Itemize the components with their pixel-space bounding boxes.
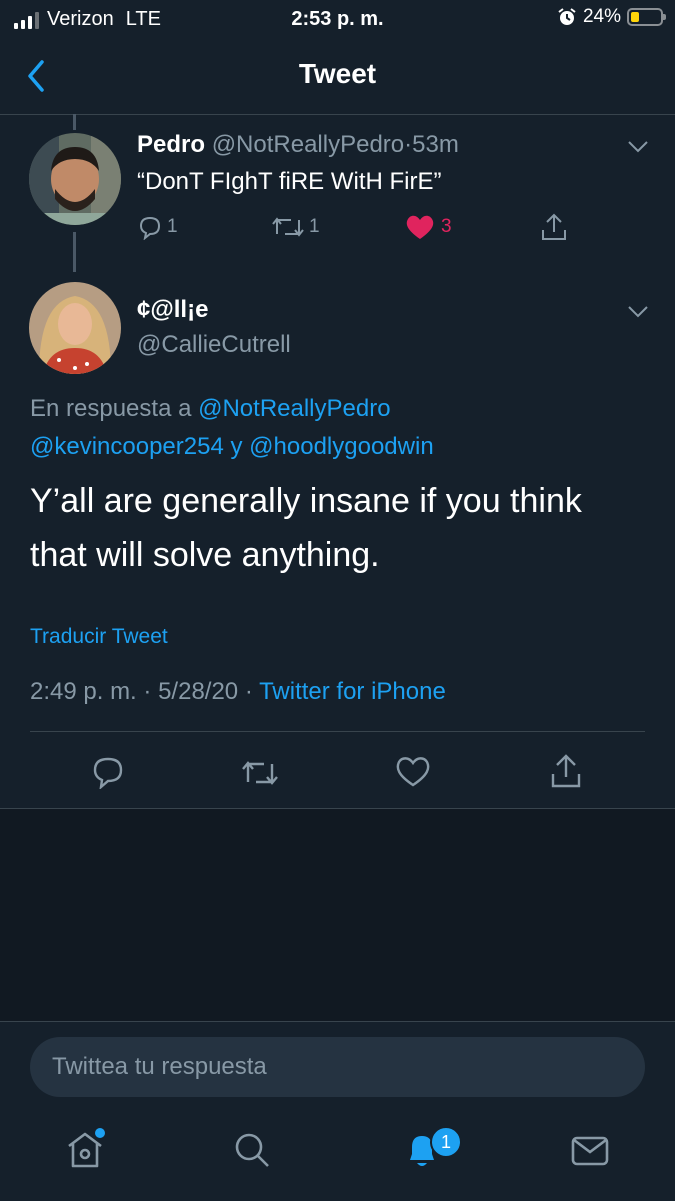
parent-retweet-action[interactable]: 1 <box>271 214 320 240</box>
reply-input[interactable]: Twittea tu respuesta <box>30 1037 645 1097</box>
parent-reply-action[interactable]: 1 <box>137 214 178 240</box>
chevron-down-icon[interactable] <box>627 305 649 319</box>
parent-time: 53m <box>412 131 459 158</box>
avatar-pedro[interactable] <box>29 133 121 225</box>
search-icon[interactable] <box>232 1130 272 1170</box>
reply-placeholder: Twittea tu respuesta <box>52 1053 267 1080</box>
reply-user-link[interactable]: @kevincooper254 <box>30 433 224 460</box>
author-handle[interactable]: @CallieCutrell <box>137 331 291 359</box>
retweet-icon <box>272 217 304 237</box>
author-name[interactable]: ¢@ll¡e <box>137 296 208 324</box>
reply-and: y <box>230 433 243 460</box>
chevron-down-icon[interactable] <box>627 140 649 154</box>
reply-context: En respuesta a @NotReallyPedro @kevincoo… <box>30 390 650 466</box>
parent-like-count: 3 <box>441 216 452 237</box>
nav-bar: Tweet <box>0 40 675 115</box>
reply-user-link[interactable]: @hoodlygoodwin <box>249 433 434 460</box>
parent-separator: · <box>404 131 413 158</box>
home-new-dot <box>95 1128 105 1138</box>
alarm-icon <box>558 8 576 25</box>
notifications-badge: 1 <box>430 1126 462 1158</box>
share-icon[interactable] <box>549 752 583 790</box>
parent-tweet-header: Pedro @NotReallyPedro·53m <box>137 131 459 159</box>
tweet-meta: 2:49 p. m. · 5/28/20 · Twitter for iPhon… <box>30 678 446 706</box>
empty-area <box>0 809 675 1021</box>
parent-like-action[interactable]: 3 <box>405 214 452 240</box>
parent-author-name[interactable]: Pedro <box>137 131 205 158</box>
parent-author-handle[interactable]: @NotReallyPedro <box>212 131 404 158</box>
tweet-source-link[interactable]: Twitter for iPhone <box>259 678 446 705</box>
share-icon <box>542 213 566 240</box>
parent-share-action[interactable] <box>540 212 568 242</box>
meta-dot: · <box>143 678 152 705</box>
thread-line-bottom <box>73 232 76 272</box>
meta-dot: · <box>244 678 253 705</box>
parent-retweet-count: 1 <box>309 216 320 237</box>
status-right: 24% <box>557 6 666 28</box>
battery-percent: 24% <box>582 6 621 27</box>
avatar-callie[interactable] <box>29 282 121 374</box>
tweet-date: 5/28/20 <box>158 678 239 705</box>
parent-reply-count: 1 <box>167 216 178 237</box>
reply-icon <box>139 216 161 240</box>
status-bar: Verizon LTE 2:53 p. m. 24% <box>0 0 675 40</box>
page-title: Tweet <box>298 58 377 89</box>
tweet-time: 2:49 p. m. <box>30 678 137 705</box>
heart-filled-icon <box>406 215 434 239</box>
battery-icon <box>627 8 666 26</box>
heart-icon[interactable] <box>395 756 431 788</box>
tweet-text: Y’all are generally insane if you think … <box>30 482 582 574</box>
reply-user-link[interactable]: @NotReallyPedro <box>198 395 390 422</box>
parent-tweet-text: “DonT FIghT fiRE WitH FirE” <box>137 168 442 195</box>
divider <box>30 731 645 732</box>
retweet-icon[interactable] <box>240 757 280 789</box>
reply-prefix: En respuesta a <box>30 395 192 422</box>
thread-line-top <box>73 114 76 130</box>
translate-tweet-link[interactable]: Traducir Tweet <box>30 625 168 649</box>
messages-icon[interactable] <box>570 1130 610 1170</box>
reply-icon[interactable] <box>92 755 124 789</box>
